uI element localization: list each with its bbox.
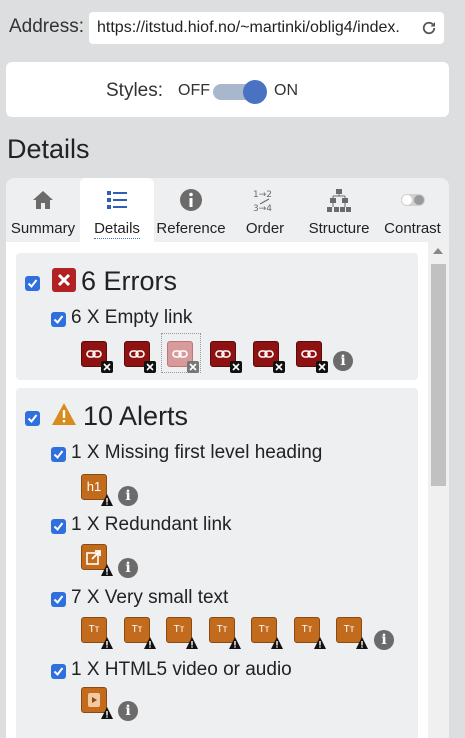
tab-label: Order (245, 220, 285, 237)
svg-text:3→4: 3→4 (253, 204, 272, 213)
home-icon (33, 191, 53, 209)
page-title: Details (7, 134, 90, 164)
empty-link-checkbox[interactable] (51, 312, 66, 327)
missing-h1-checkbox[interactable] (51, 447, 66, 462)
list-icon (107, 191, 127, 209)
redundant-link-label: 1 X Redundant link (71, 514, 232, 535)
empty-link-label: 6 X Empty link (71, 307, 193, 328)
wave-panel: Summary Details Reference 1→2 3→4 Order (6, 178, 449, 738)
small-text-label: 7 X Very small text (71, 587, 229, 608)
tab-bar: Summary Details Reference 1→2 3→4 Order (6, 178, 449, 242)
alerts-title: 10 Alerts (83, 401, 189, 431)
errors-title: 6 Errors (81, 266, 178, 296)
alert-icon (52, 403, 76, 425)
h1-badge-text: h1 (86, 479, 102, 494)
address-bar: Address: https://itstud.hiof.no/~martink… (0, 0, 465, 56)
small-text-checkbox[interactable] (51, 592, 66, 607)
address-url: https://itstud.hiof.no/~martinki/oblig4/… (97, 19, 400, 36)
details-content: 6 Errors 6 X Empty link i 10 Alerts 1 X … (6, 242, 449, 738)
scroll-up-arrow[interactable] (433, 248, 443, 254)
info-icon[interactable]: i (118, 701, 138, 721)
contrast-icon (400, 194, 425, 206)
order-icon: 1→2 3→4 (253, 190, 272, 213)
small-text-icon[interactable]: Tт (336, 617, 368, 649)
redundant-link-checkbox[interactable] (51, 519, 66, 534)
tab-details[interactable]: Details (80, 178, 154, 242)
errors-checkbox[interactable] (25, 276, 40, 291)
address-field[interactable]: https://itstud.hiof.no/~martinki/oblig4/… (89, 12, 444, 44)
small-text-icon[interactable]: Tт (124, 617, 156, 649)
reload-icon[interactable] (420, 19, 438, 37)
scroll-thumb[interactable] (431, 264, 446, 486)
missing-h1-label: 1 X Missing first level heading (71, 442, 323, 463)
tab-summary[interactable]: Summary (6, 178, 80, 242)
address-label: Address: (9, 16, 84, 37)
structure-icon (327, 189, 351, 212)
styles-on-label: ON (274, 82, 298, 99)
empty-link-icon[interactable] (296, 341, 328, 373)
empty-link-icon[interactable] (210, 341, 242, 373)
alerts-group: 10 Alerts 1 X Missing first level headin… (16, 388, 418, 738)
html5-media-label: 1 X HTML5 video or audio (71, 659, 292, 680)
tab-label: Details (94, 220, 140, 239)
html5-media-icon[interactable] (81, 687, 113, 719)
info-icon[interactable]: i (374, 630, 394, 650)
tab-contrast[interactable]: Contrast (376, 178, 449, 242)
small-text-icon[interactable]: Tт (251, 617, 283, 649)
scrollbar[interactable] (428, 242, 449, 738)
styles-label: Styles: (106, 80, 164, 101)
styles-off-label: OFF (178, 82, 210, 99)
tab-reference[interactable]: Reference (154, 178, 228, 242)
info-icon (180, 189, 202, 211)
empty-link-icon[interactable] (124, 341, 156, 373)
svg-text:1→2: 1→2 (253, 190, 272, 200)
small-text-icon[interactable]: Tт (294, 617, 326, 649)
redundant-link-icon[interactable] (81, 544, 113, 576)
tab-label: Reference (156, 220, 226, 237)
small-text-icon[interactable]: Tт (81, 617, 113, 649)
missing-h1-icon[interactable]: h1 (81, 474, 113, 506)
tab-label: Contrast (384, 220, 441, 237)
styles-toggle[interactable] (213, 80, 267, 104)
error-icon (52, 268, 76, 292)
html5-media-checkbox[interactable] (51, 664, 66, 679)
info-icon[interactable]: i (333, 351, 353, 371)
errors-group: 6 Errors 6 X Empty link i (16, 253, 418, 380)
tab-label: Summary (10, 220, 76, 237)
small-text-icon[interactable]: Tт (209, 617, 241, 649)
tab-order[interactable]: 1→2 3→4 Order (228, 178, 302, 242)
empty-link-icon[interactable] (253, 341, 285, 373)
alerts-checkbox[interactable] (25, 411, 40, 426)
empty-link-icon[interactable] (81, 341, 113, 373)
empty-link-icon[interactable] (167, 341, 199, 373)
info-icon[interactable]: i (118, 486, 138, 506)
styles-panel: Styles: OFF ON (6, 62, 449, 117)
toggle-knob (243, 80, 267, 104)
info-icon[interactable]: i (118, 558, 138, 578)
tab-structure[interactable]: Structure (302, 178, 376, 242)
small-text-icon[interactable]: Tт (166, 617, 198, 649)
tab-label: Structure (308, 220, 370, 237)
